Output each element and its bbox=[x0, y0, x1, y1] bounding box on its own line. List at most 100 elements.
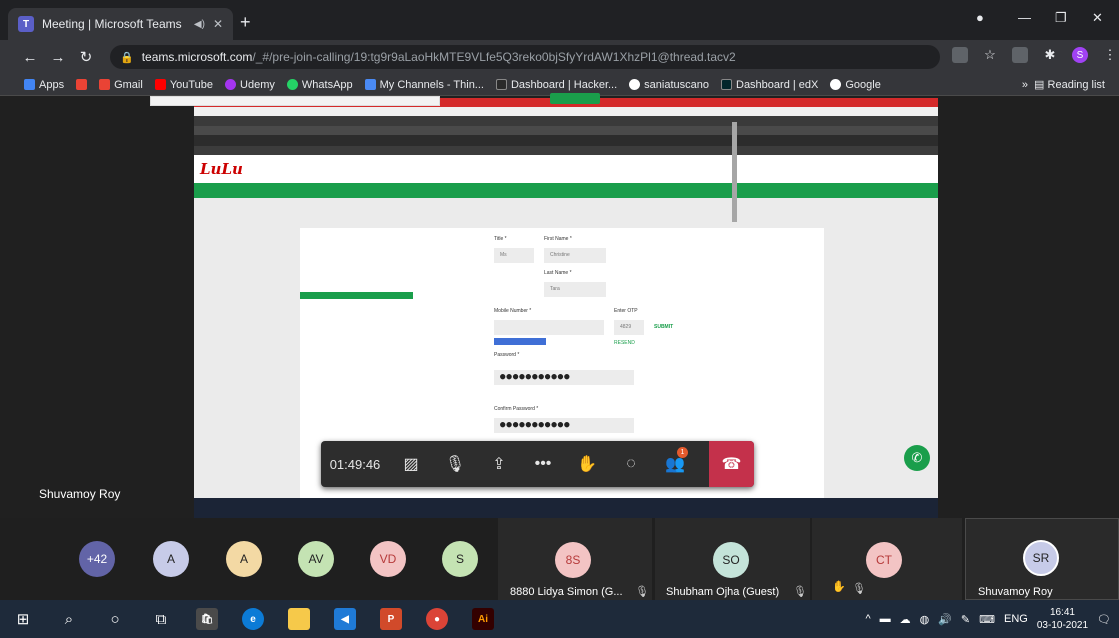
bookmark-youtube[interactable]: YouTube bbox=[154, 79, 213, 91]
extension-icon[interactable] bbox=[1012, 47, 1028, 63]
lulu-search-box[interactable] bbox=[150, 96, 440, 106]
password-input[interactable]: ●●●●●●●●●●● bbox=[494, 370, 634, 385]
more-actions-icon[interactable]: ••• bbox=[521, 441, 565, 487]
participant-name: 8880 Lidya Simon (G... bbox=[510, 586, 623, 598]
submit-otp-button[interactable]: SUBMIT bbox=[654, 324, 673, 330]
bookmark-gmail[interactable]: Gmail bbox=[99, 79, 143, 91]
cortana-icon[interactable]: ○ bbox=[92, 600, 138, 638]
bookmark-google[interactable]: Google bbox=[830, 79, 881, 91]
first-name-input[interactable]: Christine bbox=[544, 248, 606, 263]
participant-avatar[interactable]: A bbox=[153, 541, 189, 577]
close-window-button[interactable]: ✕ bbox=[1092, 10, 1103, 26]
language-indicator[interactable]: ENG bbox=[1004, 613, 1028, 625]
bookmark-gmail-m[interactable] bbox=[76, 79, 88, 90]
mic-muted-icon: 🎙 bbox=[793, 586, 807, 598]
reload-button[interactable]: ↻ bbox=[72, 48, 100, 66]
raise-hand-icon[interactable]: ✋ bbox=[565, 441, 609, 487]
show-hidden-icons[interactable]: ^ bbox=[865, 613, 870, 625]
restore-button[interactable]: ❐ bbox=[1055, 10, 1067, 26]
bookmark-whatsapp[interactable]: WhatsApp bbox=[286, 79, 353, 91]
last-name-input[interactable]: Tara bbox=[544, 282, 606, 297]
vscode-icon[interactable]: ◀ bbox=[322, 600, 368, 638]
participant-avatar[interactable]: A bbox=[226, 541, 262, 577]
close-tab-icon[interactable]: ✕ bbox=[213, 17, 223, 31]
edge-icon[interactable]: e bbox=[230, 600, 276, 638]
participant-avatar[interactable]: VD bbox=[370, 541, 406, 577]
bookmark-github[interactable]: saniatuscano bbox=[629, 79, 709, 91]
powerpoint-icon[interactable]: P bbox=[368, 600, 414, 638]
minimize-button[interactable]: — bbox=[1018, 10, 1031, 25]
participant-avatar[interactable]: SO bbox=[713, 542, 749, 578]
store-icon-tile: 🛍 bbox=[196, 608, 218, 630]
task-view-icon[interactable]: ⧉ bbox=[138, 600, 184, 638]
apps-icon bbox=[24, 79, 35, 90]
lock-icon[interactable]: 🔒 bbox=[120, 51, 134, 64]
onedrive-icon[interactable]: ☁ bbox=[900, 613, 911, 626]
ai-icon-tile: Ai bbox=[472, 608, 494, 630]
clock[interactable]: 16:41 03-10-2021 bbox=[1037, 606, 1088, 632]
file-explorer-icon[interactable] bbox=[276, 600, 322, 638]
browser-tab[interactable]: T Meeting | Microsoft Teams ◀) ✕ bbox=[8, 8, 233, 40]
chrome-icon-tile: ● bbox=[426, 608, 448, 630]
profile-dot-icon[interactable]: ● bbox=[976, 10, 984, 25]
participant-avatar[interactable]: S bbox=[442, 541, 478, 577]
reading-list[interactable]: » ▤ Reading list bbox=[1022, 78, 1105, 91]
keyboard-icon[interactable]: ⌨ bbox=[979, 613, 995, 626]
chat-icon[interactable]: ◌ bbox=[609, 441, 653, 487]
gmail-icon bbox=[76, 79, 88, 90]
participant-avatar[interactable]: AV bbox=[298, 541, 334, 577]
mic-off-icon[interactable]: 🎙 bbox=[433, 441, 477, 487]
otp-input[interactable]: 4829 bbox=[614, 320, 644, 335]
bookmark-udemy[interactable]: Udemy bbox=[225, 79, 275, 91]
title-select[interactable]: Ms bbox=[494, 248, 534, 263]
edx-icon bbox=[721, 79, 732, 90]
participant-avatar[interactable]: CT bbox=[866, 542, 902, 578]
store-icon[interactable]: 🛍 bbox=[184, 600, 230, 638]
self-avatar[interactable]: SR bbox=[1023, 540, 1059, 576]
notifications-icon[interactable]: 🗨 bbox=[1097, 613, 1111, 626]
browser-tab-bar: T Meeting | Microsoft Teams ◀) ✕ + ● — ❐… bbox=[0, 0, 1119, 40]
new-tab-button[interactable]: + bbox=[240, 12, 251, 33]
share-screen-icon[interactable]: ⇪ bbox=[477, 441, 521, 487]
back-button[interactable]: ← bbox=[16, 49, 44, 66]
gmail-icon bbox=[99, 79, 111, 90]
bookmark-my-channels[interactable]: My Channels - Thin... bbox=[364, 79, 484, 91]
forward-button[interactable]: → bbox=[44, 49, 72, 66]
overflow-participants-avatar[interactable]: +42 bbox=[79, 541, 115, 577]
windows-start-icon[interactable]: ⊞ bbox=[0, 600, 46, 638]
illustrator-icon[interactable]: Ai bbox=[460, 600, 506, 638]
mobile-input[interactable] bbox=[494, 320, 604, 335]
bookmark-edx[interactable]: Dashboard | edX bbox=[721, 79, 818, 91]
search-icon[interactable]: ⌕ bbox=[46, 600, 92, 638]
page-scrollbar[interactable] bbox=[732, 122, 737, 222]
star-icon[interactable]: ☆ bbox=[982, 47, 998, 63]
whatsapp-chat-icon[interactable]: ✆ bbox=[904, 445, 930, 471]
puzzle-icon[interactable]: ✱ bbox=[1042, 47, 1058, 63]
battery-icon[interactable]: ▬ bbox=[880, 613, 891, 625]
bookmark-apps[interactable]: Apps bbox=[24, 79, 64, 91]
profile-avatar[interactable]: S bbox=[1072, 47, 1088, 63]
speaker-icon[interactable]: ◀) bbox=[194, 19, 205, 30]
github-icon bbox=[629, 79, 641, 90]
url-bar[interactable]: 🔒 teams.microsoft.com /_#/pre-join-calli… bbox=[110, 45, 940, 69]
chrome-icon[interactable]: ● bbox=[414, 600, 460, 638]
volume-icon[interactable]: 🔊 bbox=[938, 613, 952, 626]
network-icon[interactable]: ◍ bbox=[920, 613, 930, 626]
participants-icon[interactable]: 👥 1 bbox=[653, 441, 697, 487]
hang-up-button[interactable]: ☎ bbox=[709, 441, 754, 487]
lulu-delivery-button[interactable] bbox=[550, 93, 600, 104]
vm-browser-tabs bbox=[194, 126, 938, 135]
raised-hand-icon: ✋ bbox=[832, 581, 846, 593]
pen-icon[interactable]: ✎ bbox=[961, 613, 970, 626]
camera-ext-icon[interactable] bbox=[952, 47, 968, 63]
mic-muted-icon: 🎙 bbox=[635, 586, 649, 598]
system-tray: ^ ▬ ☁ ◍ 🔊 ✎ ⌨ ENG 16:41 03-10-2021 🗨 bbox=[865, 600, 1111, 638]
camera-off-icon[interactable]: ▨ bbox=[389, 441, 433, 487]
resend-otp-link[interactable]: RESEND bbox=[614, 340, 635, 346]
udemy-icon bbox=[225, 79, 237, 90]
bookmark-hacker[interactable]: Dashboard | Hacker... bbox=[495, 79, 617, 91]
vm-taskbar bbox=[194, 498, 938, 518]
participant-avatar[interactable]: 8S bbox=[555, 542, 591, 578]
menu-icon[interactable]: ⋮ bbox=[1102, 47, 1118, 63]
confirm-password-input[interactable]: ●●●●●●●●●●● bbox=[494, 418, 634, 433]
